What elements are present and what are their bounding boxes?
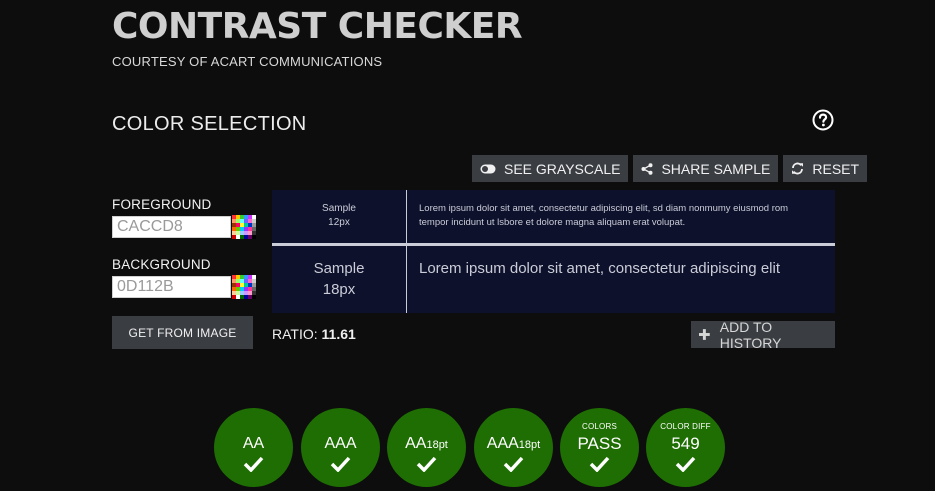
- share-sample-label: SHARE SAMPLE: [661, 160, 771, 177]
- sample-18px-label-line2: 18px: [322, 281, 356, 298]
- checkmark-icon: [243, 456, 264, 472]
- foreground-input[interactable]: [112, 216, 231, 238]
- result-badge-level: AA: [405, 435, 427, 452]
- sample-column-divider: [406, 190, 407, 313]
- sample-12px-label-line1: Sample: [322, 203, 356, 214]
- result-badge-main: AA18pt: [387, 434, 466, 455]
- checkmark-icon: [589, 456, 610, 472]
- get-from-image-button[interactable]: GET FROM IMAGE: [112, 316, 253, 349]
- background-input[interactable]: [112, 276, 231, 298]
- toggle-icon: [480, 164, 496, 173]
- result-badge-main: AAA: [324, 435, 357, 452]
- section-title: COLOR SELECTION: [112, 113, 307, 135]
- result-badge-color-diff: COLOR DIFF 549: [646, 408, 725, 487]
- result-badge-aa-18pt: AA18pt: [387, 408, 466, 487]
- add-to-history-label: ADD TO HISTORY: [719, 318, 782, 351]
- checkmark-icon: [416, 456, 437, 472]
- sample-18px-text: Lorem ipsum dolor sit amet, consectetur …: [419, 260, 780, 277]
- page-subtitle: COURTESY OF ACART COMMUNICATIONS: [112, 54, 383, 69]
- checkmark-icon: [675, 456, 696, 472]
- reset-button[interactable]: RESET: [783, 155, 868, 182]
- result-badge-colors: COLORS PASS: [560, 408, 639, 487]
- result-badge-main: 549: [671, 434, 700, 453]
- result-badge-suffix: 18pt: [518, 439, 541, 451]
- result-badge-main: PASS: [577, 434, 622, 453]
- plus-icon: [699, 329, 710, 340]
- result-badge-aaa: AAA: [301, 408, 380, 487]
- sample-row-18px: Sample 18px Lorem ipsum dolor sit amet, …: [272, 246, 835, 313]
- sample-preview: Sample 12px Lorem ipsum dolor sit amet, …: [272, 190, 835, 313]
- result-badge-suffix: 18pt: [426, 439, 448, 451]
- sample-12px-text: Lorem ipsum dolor sit amet, consectetur …: [419, 203, 789, 228]
- checkmark-icon: [330, 456, 351, 472]
- see-grayscale-button[interactable]: SEE GRAYSCALE: [472, 155, 629, 182]
- sample-18px-label: Sample 18px: [272, 258, 406, 300]
- see-grayscale-label: SEE GRAYSCALE: [504, 160, 621, 177]
- ratio-label: RATIO:: [272, 326, 318, 342]
- foreground-palette-icon[interactable]: [232, 215, 256, 239]
- result-badge-level: AAA: [486, 435, 519, 452]
- page-title: CONTRAST CHECKER: [112, 6, 523, 47]
- share-sample-button[interactable]: SHARE SAMPLE: [633, 155, 779, 182]
- background-palette-icon[interactable]: [232, 275, 256, 299]
- toolbar: SEE GRAYSCALE SHARE SAMPLE RESET: [472, 155, 868, 182]
- add-to-history-button[interactable]: ADD TO HISTORY: [691, 318, 835, 351]
- result-badge-caption: COLORS: [582, 422, 617, 431]
- refresh-icon: [792, 162, 804, 175]
- background-label: BACKGROUND: [112, 257, 211, 272]
- result-badge-aa: AA: [214, 408, 293, 487]
- sample-row-12px: Sample 12px Lorem ipsum dolor sit amet, …: [272, 190, 835, 243]
- result-badge-aaa-18pt: AAA18pt: [474, 408, 553, 487]
- result-badge-main: AAA18pt: [474, 434, 553, 455]
- checkmark-icon: [503, 456, 524, 472]
- result-badge-main: AA: [242, 435, 265, 452]
- foreground-label: FOREGROUND: [112, 197, 212, 212]
- result-badge-caption: COLOR DIFF: [660, 422, 711, 431]
- sample-12px-label-line2: 12px: [328, 217, 350, 228]
- contrast-ratio: RATIO: 11.61: [272, 326, 356, 342]
- share-icon: [641, 162, 653, 175]
- sample-18px-label-line1: Sample: [313, 260, 365, 277]
- sample-12px-label: Sample 12px: [272, 202, 406, 230]
- question-circle-icon[interactable]: [812, 109, 834, 131]
- reset-label: RESET: [812, 160, 860, 177]
- ratio-value: 11.61: [321, 326, 356, 342]
